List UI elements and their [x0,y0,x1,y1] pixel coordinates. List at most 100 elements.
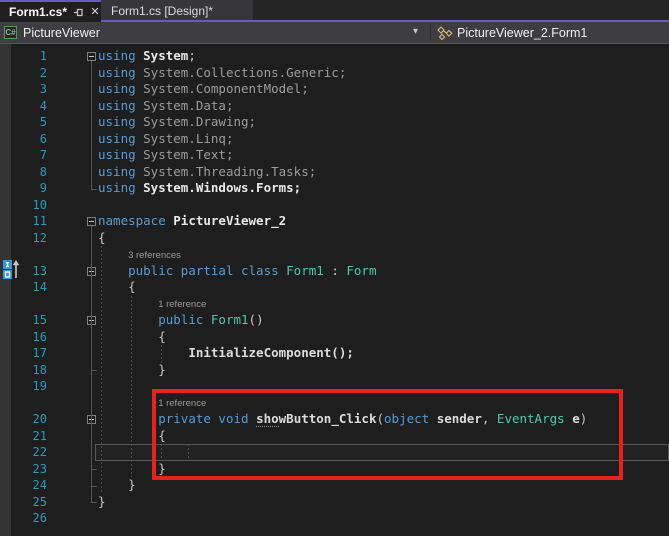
code-line-18[interactable]: 18 } [0,362,669,379]
type-dropdown[interactable]: PictureViewer_2.Form1 [434,22,669,43]
line-number: 3 [11,81,47,98]
fold-toggle[interactable] [87,52,96,61]
tab-form1-cs[interactable]: Form1.cs* ✕ [0,0,101,22]
code-line-11[interactable]: 11 namespace PictureViewer_2 [0,213,669,230]
pin-icon[interactable] [72,6,84,18]
code-line-22[interactable]: 22 [0,444,669,461]
code-text: using System.Drawing; [98,114,256,131]
code-editor[interactable]: 1 using System;2using System.Collections.… [0,44,669,536]
code-line-14[interactable]: 14 { [0,279,669,296]
code-line-17[interactable]: 17 InitializeComponent(); [0,345,669,362]
csharp-project-icon: C# [4,26,17,39]
code-text: using System.Text; [98,147,233,164]
code-text: } [98,494,106,511]
code-text: using System.Linq; [98,131,233,148]
line-number: 11 [11,213,47,230]
fold-toggle[interactable] [87,217,96,226]
line-number: 22 [11,444,47,461]
code-text: } [98,477,136,494]
codelens-references-link[interactable]: 1 reference [158,299,206,310]
code-text: InitializeComponent(); [98,345,354,362]
code-text: private void showButton_Click(object sen… [98,411,587,428]
visual-studio-editor-window: Form1.cs* ✕ Form1.cs [Design]* C# Pictur… [0,0,669,536]
code-text: { [98,428,166,445]
code-line-10[interactable]: 10 [0,197,669,214]
codelens-references-link[interactable]: 3 references [128,250,181,261]
line-number: 14 [11,279,47,296]
code-text: public partial class Form1 : Form [98,263,376,280]
line-number: 19 [11,378,47,395]
line-number: 6 [11,131,47,148]
line-number: 21 [11,428,47,445]
code-line-1[interactable]: 1 using System; [0,48,669,65]
line-number: 16 [11,329,47,346]
code-text: } [98,362,166,379]
line-number: 12 [11,230,47,247]
fold-toggle[interactable] [87,316,96,325]
code-text: using System.ComponentModel; [98,81,309,98]
line-number: 1 [11,48,47,65]
fold-toggle[interactable] [87,267,96,276]
codelens-row: 1 reference [0,395,669,412]
codelens-references-link[interactable]: 1 reference [158,398,206,409]
codelens-row: 1 reference [0,296,669,313]
code-text: using System.Windows.Forms; [98,180,301,197]
line-number: 9 [11,180,47,197]
code-line-12[interactable]: 12 { [0,230,669,247]
code-line-15[interactable]: 15 public Form1() [0,312,669,329]
line-number: 24 [11,477,47,494]
chevron-down-icon[interactable]: ▾ [413,26,418,37]
code-line-23[interactable]: 23 } [0,461,669,478]
code-line-20[interactable]: 20 private void showButton_Click(object … [0,411,669,428]
code-text: { [98,329,166,346]
line-number: 5 [11,114,47,131]
code-rows: 1 using System;2using System.Collections.… [0,48,669,527]
code-line-19[interactable]: 19 [0,378,669,395]
code-line-16[interactable]: 16 { [0,329,669,346]
tab-label: Form1.cs [Design]* [111,4,213,18]
document-tab-strip: Form1.cs* ✕ Form1.cs [Design]* [0,0,669,22]
code-line-8[interactable]: 8using System.Threading.Tasks; [0,164,669,181]
tab-form1-cs-design[interactable]: Form1.cs [Design]* [101,0,253,22]
code-text: { [98,230,106,247]
code-text: using System; [98,48,196,65]
code-line-25[interactable]: 25} [0,494,669,511]
code-text: public Form1() [98,312,264,329]
line-number: 23 [11,461,47,478]
code-line-5[interactable]: 5 using System.Drawing; [0,114,669,131]
line-number: 10 [11,197,47,214]
code-line-21[interactable]: 21 { [0,428,669,445]
navigation-bar: C# PictureViewer ▾ PictureViewer_2.Form1 [0,22,669,44]
code-line-3[interactable]: 3 using System.ComponentModel; [0,81,669,98]
line-number: 17 [11,345,47,362]
line-number: 7 [11,147,47,164]
fold-toggle[interactable] [87,415,96,424]
code-line-24[interactable]: 24 } [0,477,669,494]
code-line-2[interactable]: 2using System.Collections.Generic; [0,65,669,82]
codelens-row: 3 references [0,246,669,263]
code-line-13[interactable]: 13 public partial class Form1 : Form [0,263,669,280]
line-number: 20 [11,411,47,428]
code-line-4[interactable]: 4using System.Data; [0,98,669,115]
code-line-6[interactable]: 6 using System.Linq; [0,131,669,148]
close-icon[interactable]: ✕ [89,6,101,18]
inheritance-margin-icon[interactable] [2,259,20,279]
navbar-divider [430,24,431,40]
code-line-7[interactable]: 7 using System.Text; [0,147,669,164]
code-line-9[interactable]: 9 using System.Windows.Forms; [0,180,669,197]
project-dropdown-label: PictureViewer [23,26,100,40]
line-number: 18 [11,362,47,379]
code-text: } [98,461,166,478]
project-dropdown[interactable]: C# PictureViewer [0,22,430,43]
code-text: namespace PictureViewer_2 [98,213,286,230]
code-text: using System.Collections.Generic; [98,65,346,82]
code-text: { [98,279,136,296]
line-number: 26 [11,510,47,527]
code-line-26[interactable]: 26 [0,510,669,527]
code-text: using System.Data; [98,98,233,115]
code-text: using System.Threading.Tasks; [98,164,316,181]
type-dropdown-label: PictureViewer_2.Form1 [457,26,587,40]
tab-label: Form1.cs* [9,5,67,19]
line-number: 25 [11,494,47,511]
line-number: 15 [11,312,47,329]
